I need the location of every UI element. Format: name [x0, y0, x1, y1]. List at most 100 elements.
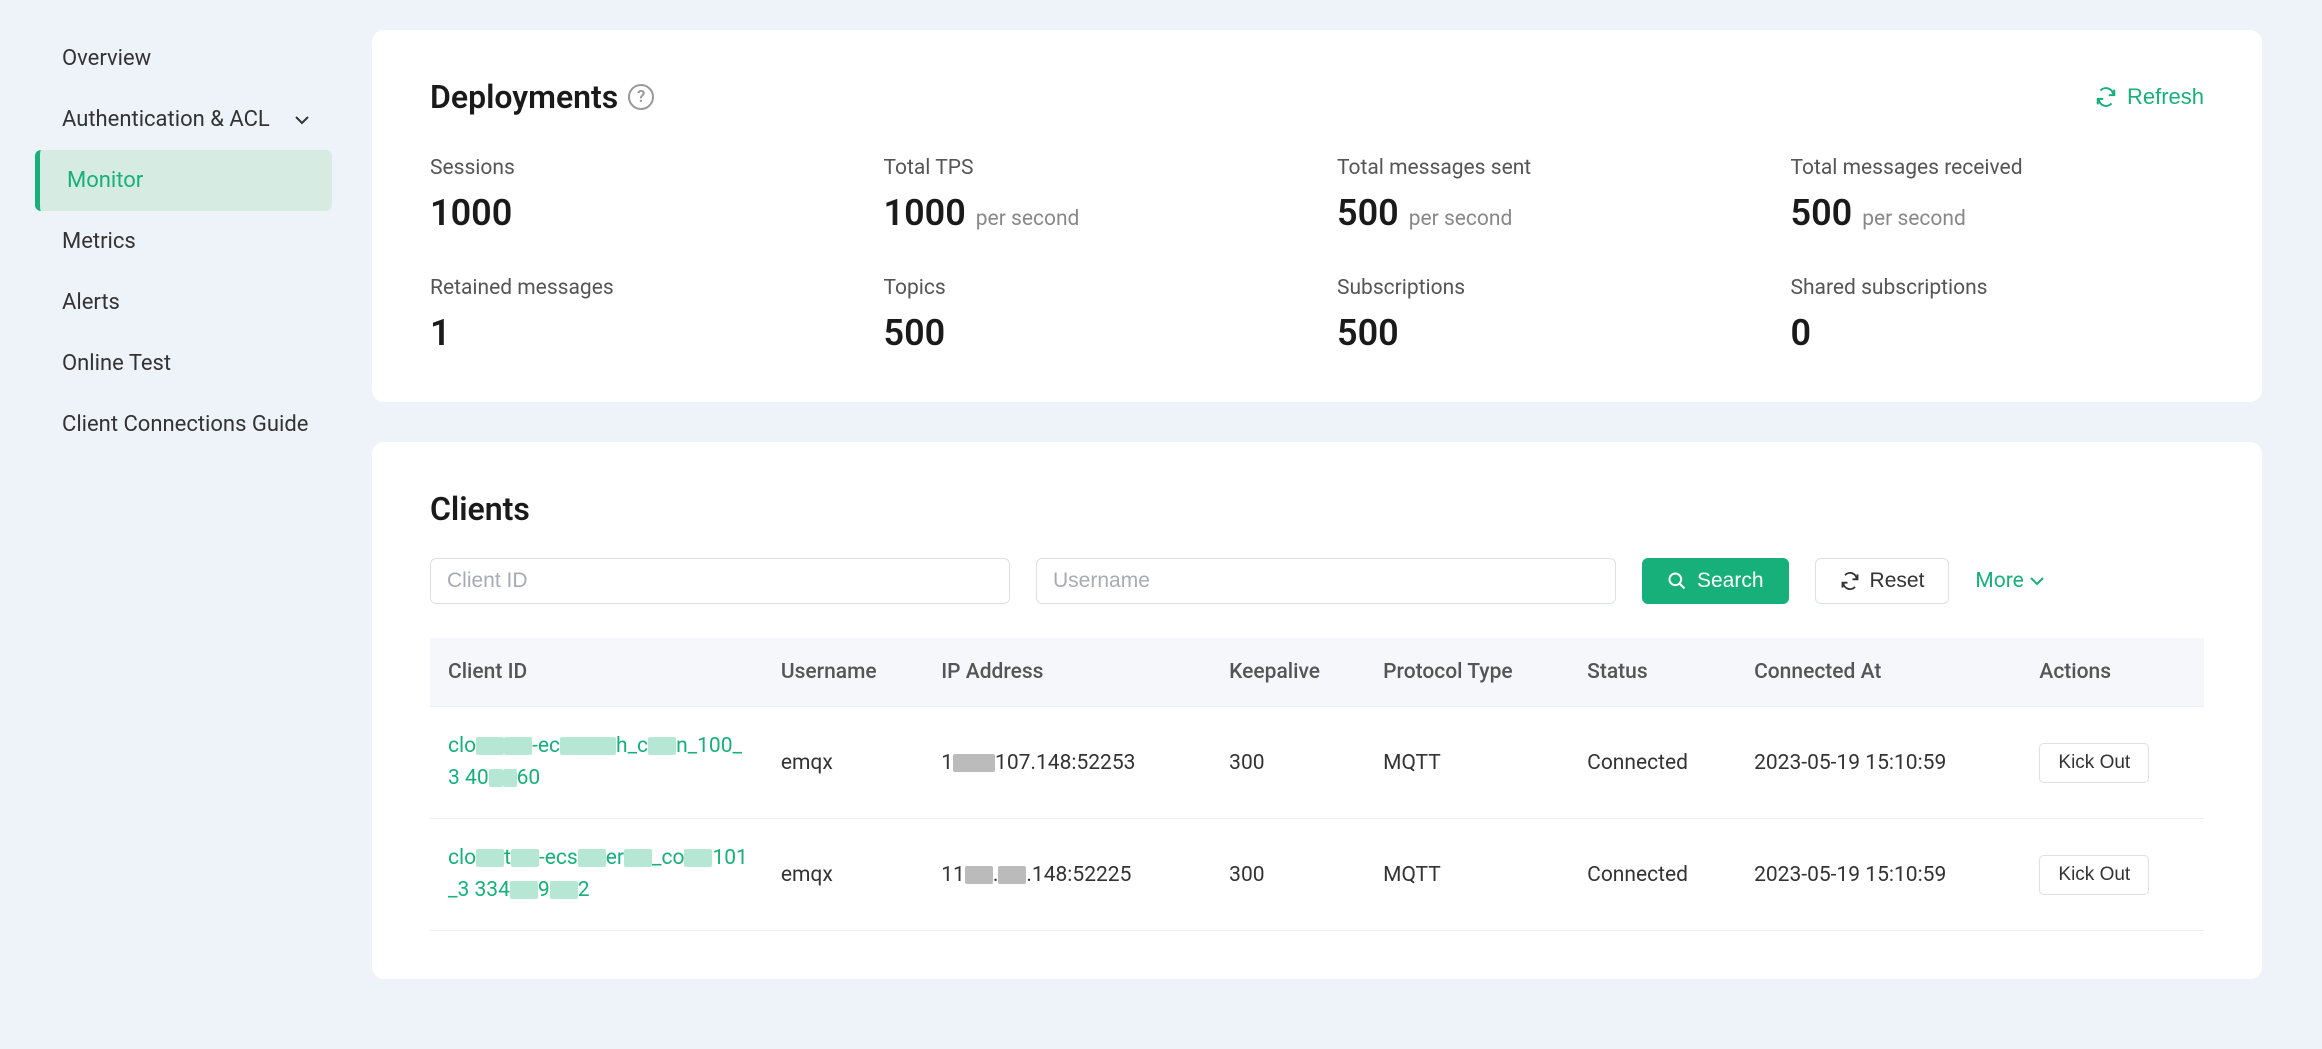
- protocol-cell: MQTT: [1369, 707, 1573, 819]
- status-cell: Connected: [1573, 707, 1740, 819]
- main-content: Deployments ? Refresh Sessions1000Total …: [372, 0, 2322, 1049]
- table-header-cell: Keepalive: [1215, 638, 1369, 707]
- table-header-row: Client IDUsernameIP AddressKeepaliveProt…: [430, 638, 2204, 707]
- table-header-cell: Client ID: [430, 638, 767, 707]
- client-id-input[interactable]: [430, 558, 1010, 604]
- reset-button[interactable]: Reset: [1815, 558, 1950, 604]
- connected-at-cell: 2023-05-19 15:10:59: [1740, 707, 2025, 819]
- stat-label: Subscriptions: [1337, 276, 1751, 300]
- redacted-segment: [503, 769, 517, 787]
- stat-value: 500: [1791, 192, 1853, 234]
- sidebar-item-label: Metrics: [62, 229, 136, 254]
- stat-value: 500: [1337, 192, 1399, 234]
- table-row: clo-ech_cn_100_3 4060emqx1107.148:522533…: [430, 707, 2204, 819]
- redacted-segment: [489, 769, 503, 787]
- sidebar-item-label: Monitor: [67, 168, 143, 193]
- more-toggle[interactable]: More: [1975, 569, 2043, 593]
- redacted-segment: [504, 737, 532, 755]
- table-header-cell: IP Address: [927, 638, 1215, 707]
- stat-cell: Total messages sent 500 per second: [1337, 156, 1751, 234]
- keepalive-cell: 300: [1215, 707, 1369, 819]
- sidebar-item-label: Authentication & ACL: [62, 107, 270, 132]
- refresh-icon: [2095, 86, 2117, 108]
- redacted-segment: [648, 737, 676, 755]
- sidebar-item-auth-acl[interactable]: Authentication & ACL: [40, 89, 332, 150]
- username-input[interactable]: [1036, 558, 1616, 604]
- stat-label: Retained messages: [430, 276, 844, 300]
- sidebar-item-label: Alerts: [62, 290, 120, 315]
- refresh-label: Refresh: [2127, 84, 2204, 110]
- stat-cell: Retained messages 1: [430, 276, 844, 354]
- sidebar-item-client-connections-guide[interactable]: Client Connections Guide: [40, 394, 332, 455]
- chevron-down-icon: [294, 112, 310, 128]
- stat-cell: Topics 500: [884, 276, 1298, 354]
- stat-cell: Shared subscriptions 0: [1791, 276, 2205, 354]
- kick-out-button[interactable]: Kick Out: [2039, 855, 2149, 895]
- username-cell: emqx: [767, 707, 927, 819]
- clients-card: Clients Search: [372, 442, 2262, 979]
- sidebar-item-label: Online Test: [62, 351, 171, 376]
- ip-address-cell: 11..148:52225: [927, 819, 1215, 931]
- table-header-cell: Protocol Type: [1369, 638, 1573, 707]
- help-icon[interactable]: ?: [628, 84, 654, 110]
- stat-unit: per second: [976, 207, 1080, 231]
- redacted-segment: [998, 866, 1026, 884]
- stat-label: Sessions: [430, 156, 844, 180]
- redacted-segment: [578, 849, 606, 867]
- connected-at-cell: 2023-05-19 15:10:59: [1740, 819, 2025, 931]
- stat-cell: Sessions 1000: [430, 156, 844, 234]
- actions-cell: Kick Out: [2025, 707, 2204, 819]
- stat-label: Topics: [884, 276, 1298, 300]
- ip-address-cell: 1107.148:52253: [927, 707, 1215, 819]
- stat-value: 500: [1337, 312, 1399, 354]
- stat-value: 1000: [884, 192, 966, 234]
- stat-value: 1000: [430, 192, 512, 234]
- stat-label: Shared subscriptions: [1791, 276, 2205, 300]
- sidebar-item-metrics[interactable]: Metrics: [40, 211, 332, 272]
- clients-table: Client IDUsernameIP AddressKeepaliveProt…: [430, 638, 2204, 931]
- sidebar-item-label: Client Connections Guide: [62, 412, 308, 437]
- stat-cell: Total TPS 1000 per second: [884, 156, 1298, 234]
- sidebar-item-alerts[interactable]: Alerts: [40, 272, 332, 333]
- reset-icon: [1840, 571, 1860, 591]
- clients-title-text: Clients: [430, 490, 530, 528]
- redacted-segment: [560, 737, 616, 755]
- stat-value: 500: [884, 312, 946, 354]
- stat-value: 0: [1791, 312, 1812, 354]
- search-icon: [1667, 571, 1687, 591]
- deployments-title: Deployments ?: [430, 78, 654, 116]
- username-cell: emqx: [767, 819, 927, 931]
- protocol-cell: MQTT: [1369, 819, 1573, 931]
- stat-cell: Total messages received500per second: [1791, 156, 2205, 234]
- clients-title: Clients: [430, 490, 530, 528]
- search-button[interactable]: Search: [1642, 558, 1789, 604]
- table-header-cell: Status: [1573, 638, 1740, 707]
- table-header-cell: Username: [767, 638, 927, 707]
- redacted-segment: [510, 881, 538, 899]
- redacted-segment: [684, 849, 712, 867]
- reset-label: Reset: [1870, 569, 1925, 593]
- kick-out-button[interactable]: Kick Out: [2039, 743, 2149, 783]
- redacted-segment: [624, 849, 652, 867]
- stat-label: Total messages sent: [1337, 156, 1751, 180]
- deployments-card: Deployments ? Refresh Sessions1000Total …: [372, 30, 2262, 402]
- status-cell: Connected: [1573, 819, 1740, 931]
- client-id-cell[interactable]: clo-ech_cn_100_3 4060: [430, 707, 767, 819]
- stat-cell: Subscriptions 500: [1337, 276, 1751, 354]
- filter-row: Search Reset More: [430, 558, 2204, 604]
- stat-value: 1: [430, 312, 451, 354]
- search-label: Search: [1697, 569, 1764, 593]
- chevron-down-icon: [2030, 576, 2044, 586]
- sidebar-item-overview[interactable]: Overview: [40, 28, 332, 89]
- sidebar-item-online-test[interactable]: Online Test: [40, 333, 332, 394]
- refresh-button[interactable]: Refresh: [2095, 84, 2204, 110]
- stat-label: Total TPS: [884, 156, 1298, 180]
- sidebar-item-monitor[interactable]: Monitor: [35, 150, 332, 211]
- redacted-segment: [476, 849, 504, 867]
- stat-label: Total messages received: [1791, 156, 2205, 180]
- stat-unit: per second: [1409, 207, 1513, 231]
- sidebar: Overview Authentication & ACL Monitor Me…: [0, 0, 372, 1049]
- table-header-cell: Actions: [2025, 638, 2204, 707]
- client-id-cell[interactable]: clot-ecser_co101_3 33492: [430, 819, 767, 931]
- table-header-cell: Connected At: [1740, 638, 2025, 707]
